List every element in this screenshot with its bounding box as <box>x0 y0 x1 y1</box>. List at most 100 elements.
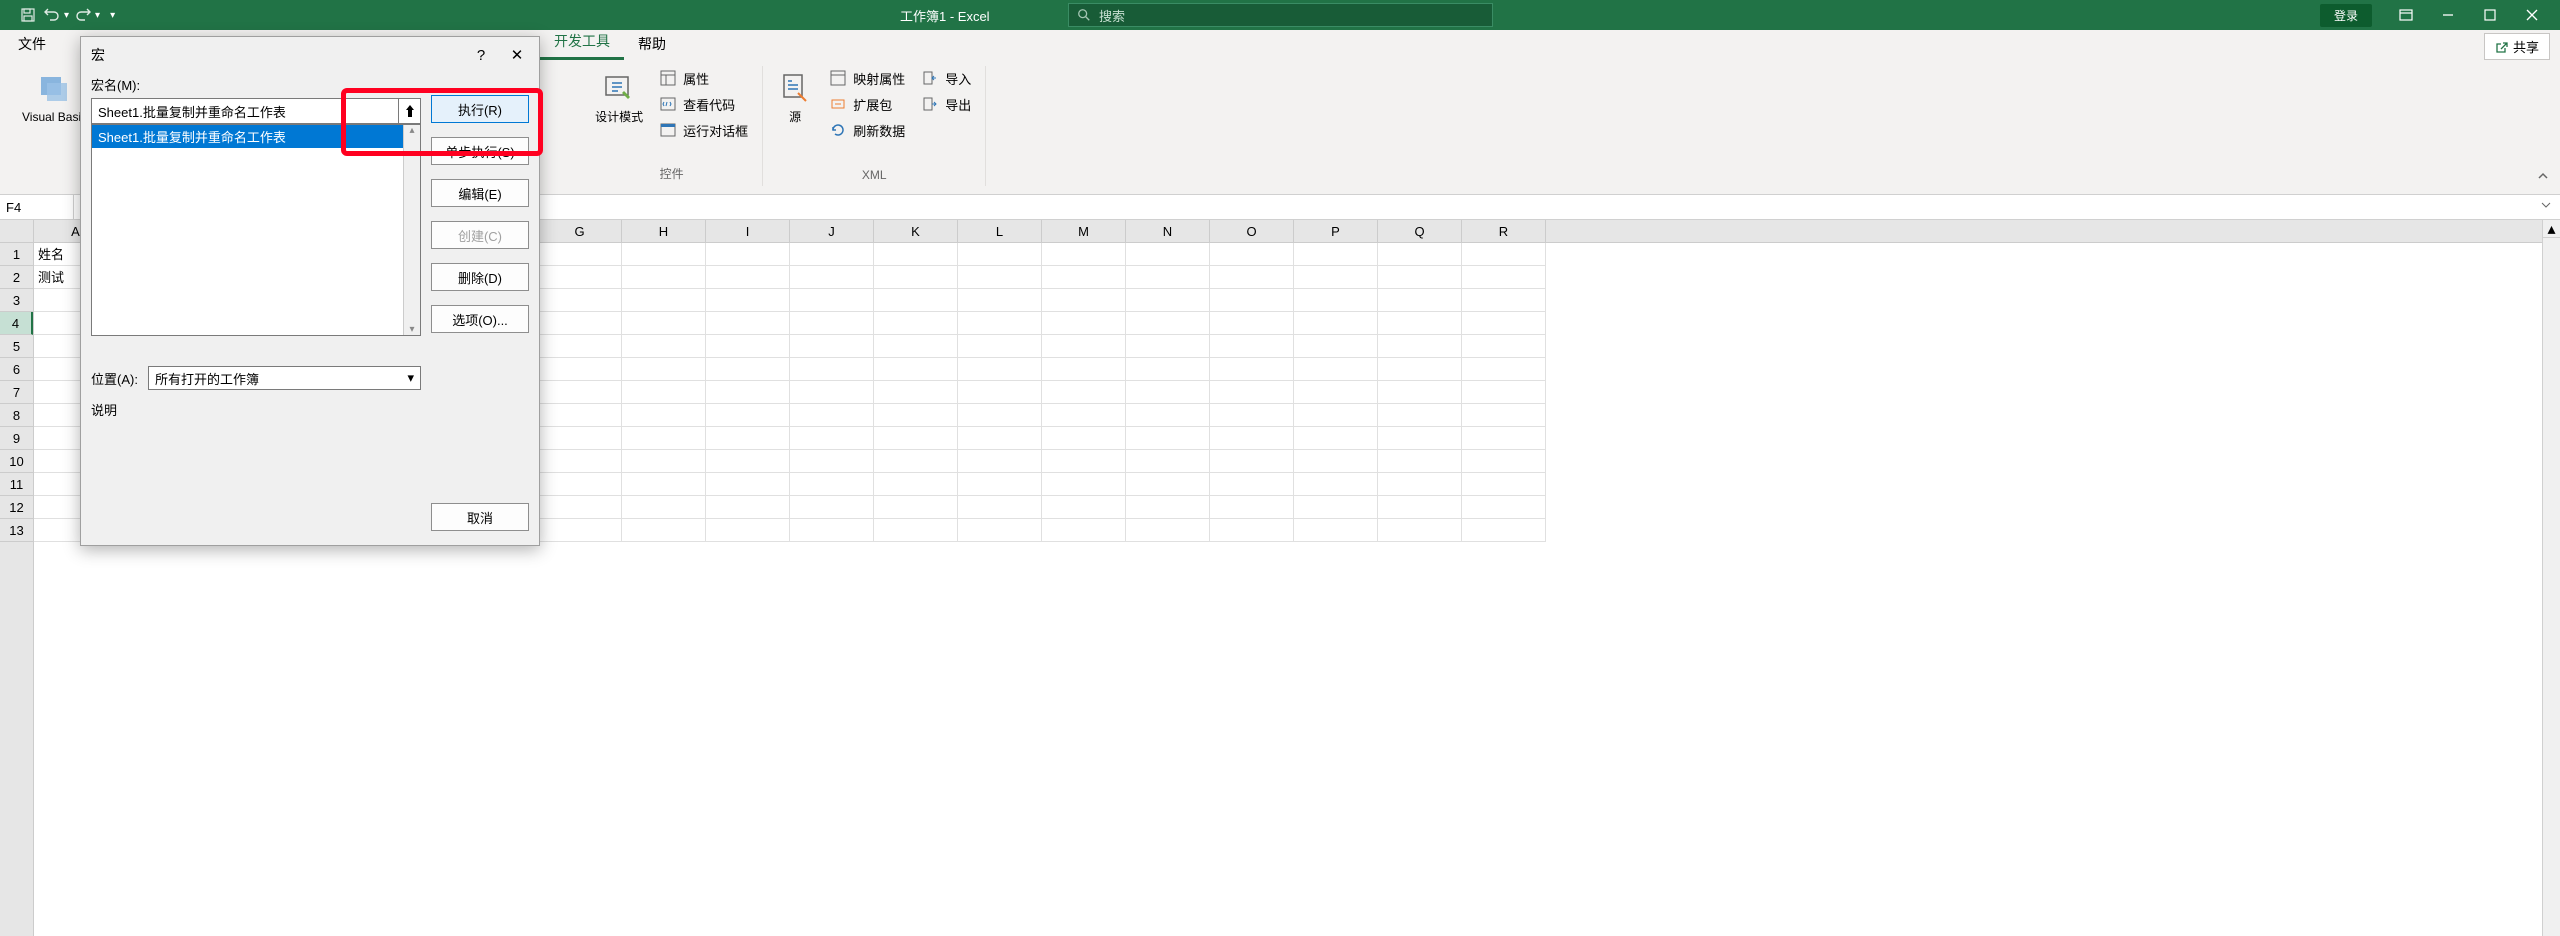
cell[interactable] <box>874 473 958 496</box>
cell[interactable] <box>1294 243 1378 266</box>
cell[interactable] <box>1378 496 1462 519</box>
cell[interactable] <box>1294 496 1378 519</box>
row-header[interactable]: 1 <box>0 243 33 266</box>
cell[interactable] <box>874 404 958 427</box>
column-header[interactable]: J <box>790 220 874 242</box>
cell[interactable] <box>790 427 874 450</box>
cell[interactable] <box>1210 519 1294 542</box>
cell[interactable] <box>1210 450 1294 473</box>
cell[interactable] <box>1042 427 1126 450</box>
collapse-ribbon-icon[interactable] <box>2536 169 2550 188</box>
cell[interactable] <box>1126 243 1210 266</box>
cell[interactable] <box>1462 450 1546 473</box>
cell[interactable] <box>874 289 958 312</box>
cell[interactable] <box>790 450 874 473</box>
cell[interactable] <box>1210 404 1294 427</box>
cancel-button[interactable]: 取消 <box>431 503 529 531</box>
cell[interactable] <box>538 404 622 427</box>
cell[interactable] <box>958 243 1042 266</box>
cell[interactable] <box>622 473 706 496</box>
cell[interactable] <box>1126 312 1210 335</box>
run-button[interactable]: 执行(R) <box>431 95 529 123</box>
save-icon[interactable] <box>18 5 38 25</box>
properties-button[interactable]: 属性 <box>653 66 754 90</box>
cell[interactable] <box>1462 312 1546 335</box>
cell[interactable] <box>1042 519 1126 542</box>
cell[interactable] <box>1378 243 1462 266</box>
cell[interactable] <box>1126 358 1210 381</box>
cell[interactable] <box>1042 404 1126 427</box>
cell[interactable] <box>706 450 790 473</box>
row-header[interactable]: 9 <box>0 427 33 450</box>
expansion-button[interactable]: 扩展包 <box>823 92 911 116</box>
row-header[interactable]: 12 <box>0 496 33 519</box>
cell[interactable] <box>1294 404 1378 427</box>
cell[interactable] <box>1378 450 1462 473</box>
cell[interactable] <box>1378 335 1462 358</box>
cell[interactable] <box>1294 266 1378 289</box>
cell[interactable] <box>1126 496 1210 519</box>
cell[interactable] <box>706 266 790 289</box>
cell[interactable] <box>1462 243 1546 266</box>
cell[interactable] <box>1210 243 1294 266</box>
cell[interactable] <box>622 381 706 404</box>
cell[interactable] <box>1126 473 1210 496</box>
cell[interactable] <box>874 450 958 473</box>
source-button[interactable]: 源 <box>771 66 819 186</box>
cell[interactable] <box>1210 312 1294 335</box>
macro-list-scrollbar[interactable]: ▴ ▾ <box>403 125 420 335</box>
row-header[interactable]: 6 <box>0 358 33 381</box>
macro-list[interactable]: Sheet1.批量复制并重命名工作表 ▴ ▾ <box>91 124 421 336</box>
cell[interactable] <box>958 427 1042 450</box>
cell[interactable] <box>1378 473 1462 496</box>
cell[interactable] <box>1294 358 1378 381</box>
cell[interactable] <box>1042 266 1126 289</box>
cell[interactable] <box>790 404 874 427</box>
cell[interactable] <box>622 312 706 335</box>
cell[interactable] <box>958 266 1042 289</box>
cell[interactable] <box>1126 427 1210 450</box>
macro-reference-button[interactable] <box>399 98 421 124</box>
cell[interactable] <box>1294 427 1378 450</box>
cell[interactable] <box>958 381 1042 404</box>
cell[interactable] <box>1462 335 1546 358</box>
cell[interactable] <box>1378 404 1462 427</box>
refresh-data-button[interactable]: 刷新数据 <box>823 118 911 142</box>
cell[interactable] <box>1294 381 1378 404</box>
cell[interactable] <box>1042 312 1126 335</box>
row-header[interactable]: 5 <box>0 335 33 358</box>
cell[interactable] <box>790 243 874 266</box>
cell[interactable] <box>1042 381 1126 404</box>
row-header[interactable]: 2 <box>0 266 33 289</box>
dialog-title-bar[interactable]: 宏 ? ✕ <box>81 37 539 73</box>
cell[interactable] <box>790 473 874 496</box>
column-header[interactable]: R <box>1462 220 1546 242</box>
tab-help[interactable]: 帮助 <box>624 28 680 60</box>
cell[interactable] <box>706 404 790 427</box>
cell[interactable] <box>622 243 706 266</box>
cell[interactable] <box>1210 289 1294 312</box>
cell[interactable] <box>1126 335 1210 358</box>
cell[interactable] <box>1294 519 1378 542</box>
qat-customize[interactable]: ▾ <box>110 10 115 21</box>
scroll-up-icon[interactable]: ▴ <box>2543 220 2560 238</box>
cell[interactable] <box>622 519 706 542</box>
cell[interactable] <box>706 358 790 381</box>
run-dialog-button[interactable]: 运行对话框 <box>653 118 754 142</box>
cell[interactable] <box>1126 266 1210 289</box>
cell[interactable] <box>622 496 706 519</box>
cell[interactable] <box>874 381 958 404</box>
share-button[interactable]: 共享 <box>2484 33 2550 60</box>
options-button[interactable]: 选项(O)... <box>431 305 529 333</box>
redo-icon[interactable] <box>73 5 93 25</box>
cell[interactable] <box>706 519 790 542</box>
cell[interactable] <box>1042 335 1126 358</box>
select-all-corner[interactable] <box>0 220 34 243</box>
cell[interactable] <box>1462 404 1546 427</box>
cell[interactable] <box>790 335 874 358</box>
cell[interactable] <box>958 496 1042 519</box>
cell[interactable] <box>1294 335 1378 358</box>
cell[interactable] <box>790 312 874 335</box>
row-header[interactable]: 4 <box>0 312 33 335</box>
export-button[interactable]: 导出 <box>915 92 977 116</box>
